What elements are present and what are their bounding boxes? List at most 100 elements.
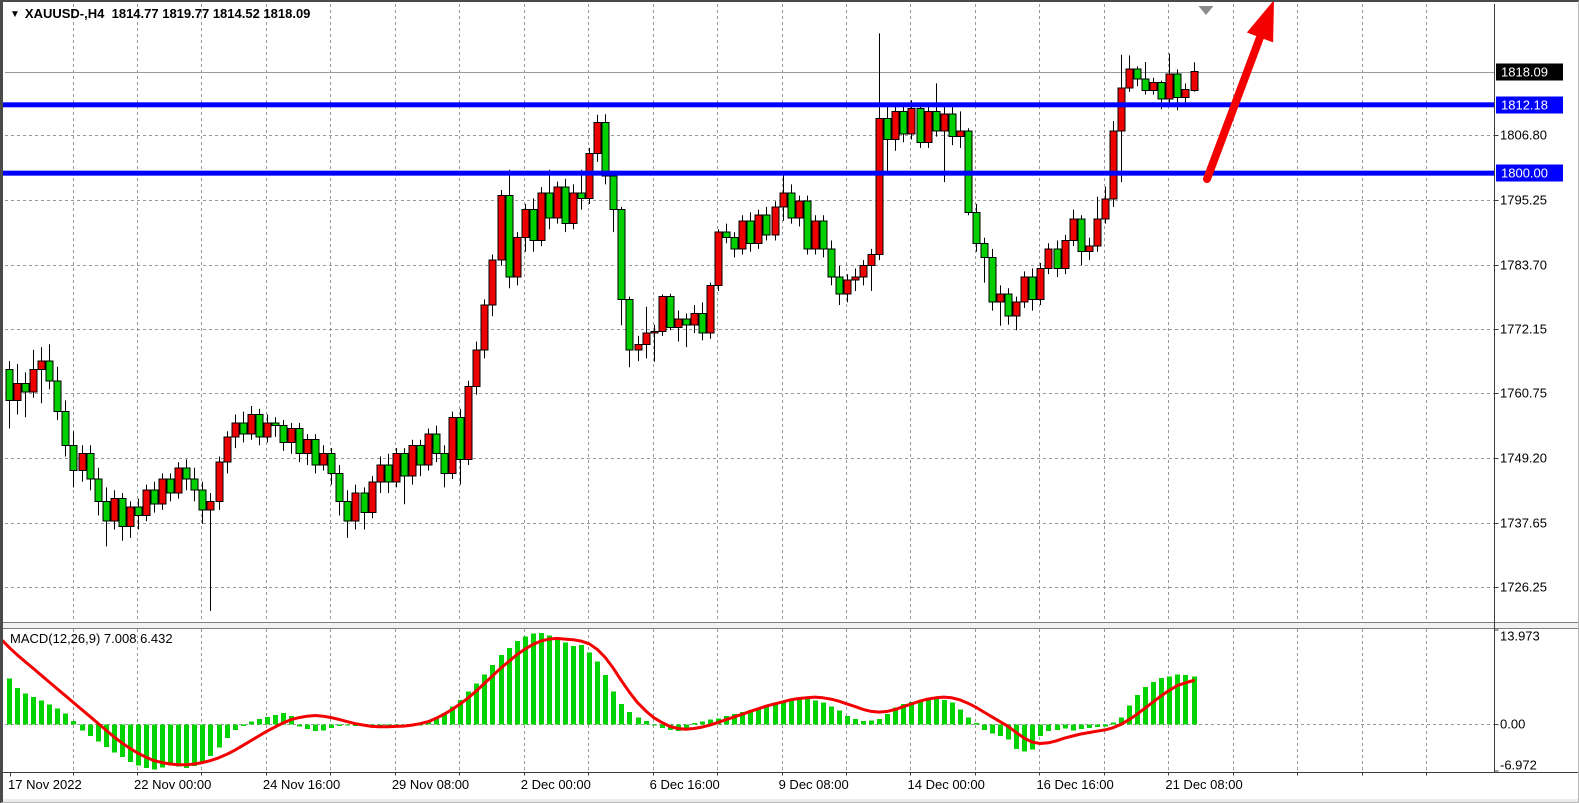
chart-title-symbol: XAUUSD-,H4 (25, 6, 104, 21)
candle-body (1094, 219, 1101, 246)
candle-body (377, 465, 384, 482)
price-axis-label-1812.18: 1812.18 (1496, 96, 1563, 113)
candle-body (780, 193, 787, 207)
candle-body (562, 187, 569, 223)
candle-body (489, 260, 496, 305)
candle-body (46, 361, 53, 381)
candle-body (199, 490, 206, 510)
candle-body (304, 440, 311, 454)
time-axis-label-4: 2 Dec 00:00 (521, 777, 591, 792)
candle-body (119, 499, 126, 527)
candle-body (14, 384, 21, 401)
candle-body (240, 423, 247, 434)
candle-body (981, 243, 988, 257)
candle-body (925, 111, 932, 142)
price-axis-label-1760.75: 1760.75 (1500, 386, 1570, 401)
horizontal-line-1800.00[interactable] (3, 171, 1494, 176)
candle-body (62, 412, 69, 446)
candle-body (610, 176, 617, 210)
candle-body (312, 440, 319, 465)
candle-body (1070, 219, 1077, 240)
candle-body (1062, 240, 1069, 268)
candle-body (675, 319, 682, 327)
macd-axis-label-13.973: 13.973 (1500, 629, 1570, 644)
candlestick-series (6, 33, 1198, 610)
candle-body (151, 490, 158, 504)
candle-body (336, 473, 343, 501)
candle-body (1045, 249, 1052, 269)
candle-body (530, 210, 537, 241)
price-axis-label-1726.25: 1726.25 (1500, 580, 1570, 595)
candle-body (554, 187, 561, 218)
candle-body (441, 454, 448, 474)
candle-body (812, 221, 819, 249)
candle-body (1078, 219, 1085, 252)
candle-body (70, 445, 77, 470)
time-axis-label-8: 16 Dec 16:00 (1036, 777, 1113, 792)
candle-body (167, 479, 174, 493)
price-axis-label-1795.25: 1795.25 (1500, 192, 1570, 207)
chart-canvas[interactable] (3, 2, 1579, 803)
candle-body (643, 333, 650, 344)
candle-body (473, 350, 480, 386)
candle-body (917, 109, 924, 143)
candle-body (183, 468, 190, 479)
candle-body (860, 266, 867, 277)
candle-body (401, 454, 408, 476)
candle-body (256, 414, 263, 436)
symbol-dropdown-icon[interactable]: ▼ (10, 9, 20, 20)
candle-body (1150, 82, 1157, 90)
candle-body (1110, 131, 1117, 199)
candle-body (1054, 249, 1061, 269)
pane-separator[interactable] (3, 623, 1579, 629)
candle-body (570, 193, 577, 224)
candle-body (659, 297, 666, 332)
candle-body (207, 501, 214, 509)
candle-body (804, 201, 811, 249)
candle-body (691, 313, 698, 325)
chart-title: ▼ XAUUSD-,H4 1814.77 1819.77 1814.52 1818… (10, 6, 310, 21)
time-axis-label-7: 14 Dec 00:00 (908, 777, 985, 792)
candle-body (602, 123, 609, 176)
trend-arrow[interactable] (1207, 2, 1274, 179)
candle-body (723, 232, 730, 238)
candle-body (538, 193, 545, 241)
candle-body (949, 114, 956, 136)
time-axis-label-5: 6 Dec 16:00 (650, 777, 720, 792)
candle-body (449, 417, 456, 473)
candle-body (216, 462, 223, 501)
candle-body (651, 331, 658, 333)
candle-body (369, 482, 376, 513)
candle-body (1166, 74, 1173, 99)
candle-body (111, 499, 118, 521)
candle-body (1086, 246, 1093, 252)
time-axis-label-2: 24 Nov 16:00 (263, 777, 340, 792)
candle-body (465, 386, 472, 459)
chart-window: ▼ XAUUSD-,H4 1814.77 1819.77 1814.52 1818… (0, 0, 1579, 803)
candle-body (731, 238, 738, 249)
chart-title-ohlc: 1814.77 1819.77 1814.52 1818.09 (112, 6, 311, 21)
candle-body (715, 232, 722, 285)
candle-body (707, 285, 714, 333)
price-axis-label-1783.70: 1783.70 (1500, 257, 1570, 272)
candle-body (908, 109, 915, 134)
candle-body (739, 221, 746, 249)
macd-axis-label--6.972: -6.972 (1500, 758, 1570, 773)
candle-body (683, 319, 690, 325)
candle-body (755, 215, 762, 243)
candle-body (578, 193, 585, 199)
candle-body (989, 257, 996, 302)
candle-body (288, 428, 295, 442)
candle-body (933, 111, 940, 131)
candle-body (1134, 69, 1141, 79)
candle-body (747, 221, 754, 243)
horizontal-line-1812.18[interactable] (3, 102, 1494, 107)
time-axis-label-9: 21 Dec 08:00 (1165, 777, 1242, 792)
candle-body (828, 249, 835, 277)
macd-axis-label-0.00: 0.00 (1500, 717, 1570, 732)
candle-body (1102, 199, 1109, 219)
candle-body (1013, 302, 1020, 316)
candle-body (87, 454, 94, 479)
candle-body (54, 381, 61, 412)
candle-body (159, 479, 166, 504)
